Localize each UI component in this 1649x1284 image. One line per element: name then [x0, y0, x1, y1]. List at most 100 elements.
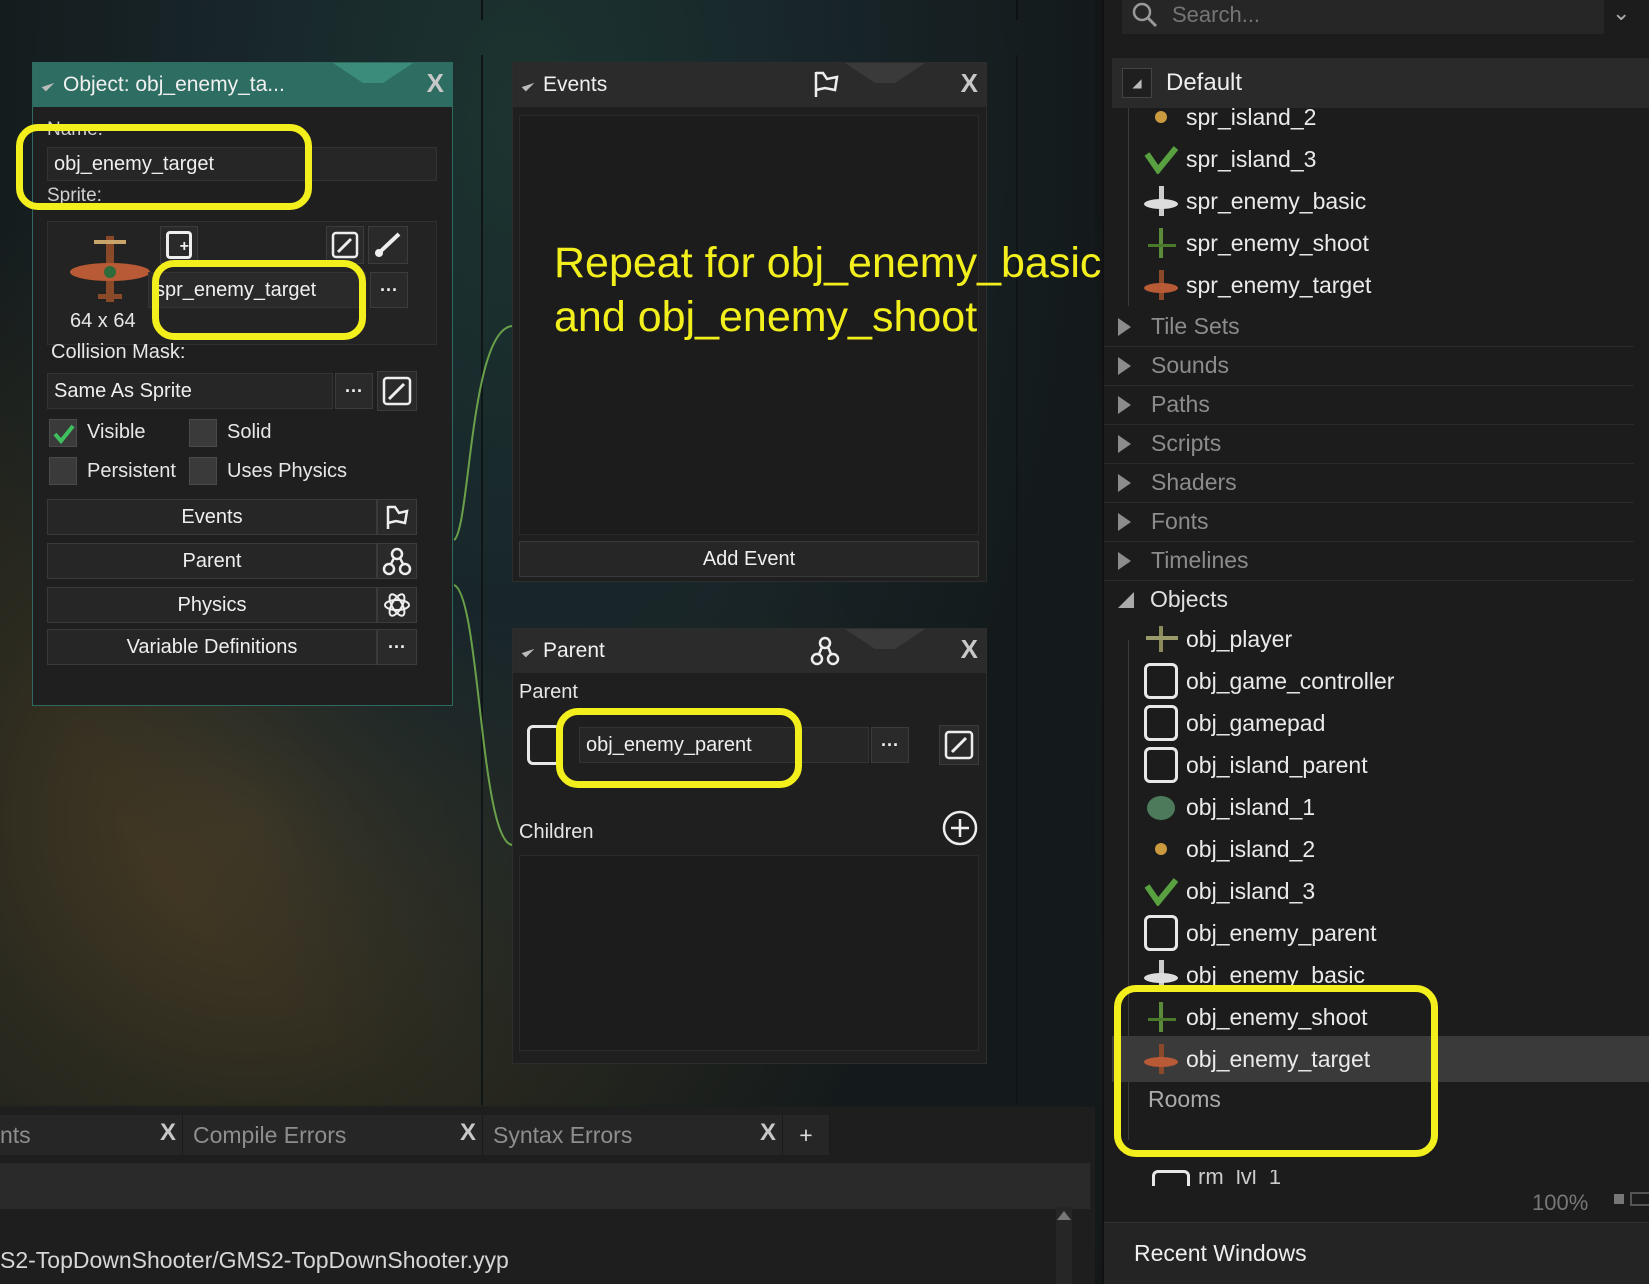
add-event-button[interactable]: Add Event [519, 541, 979, 577]
expand-arrow-icon [1118, 512, 1131, 531]
tab-syntax-errors[interactable]: Syntax Errors X [483, 1115, 783, 1155]
new-sprite-button[interactable]: + [160, 226, 198, 264]
object-editor-header[interactable]: Object: obj_enemy_ta... X [33, 63, 452, 107]
collapse-icon[interactable] [41, 78, 55, 92]
physics-button[interactable]: Physics [47, 587, 377, 623]
zoom-handle-icon[interactable] [1614, 1194, 1624, 1204]
collision-mask-select[interactable]: Same As Sprite [47, 373, 333, 409]
scroll-up-icon[interactable] [1057, 1211, 1071, 1220]
tree-item-label: obj_gamepad [1186, 709, 1326, 736]
tree-item-sprite[interactable]: spr_island_2 [1104, 96, 1316, 138]
tree-item-sprite[interactable]: spr_enemy_shoot [1104, 222, 1369, 264]
visible-checkbox[interactable] [49, 419, 77, 447]
tab-label: nts [0, 1121, 31, 1148]
tree-item-object[interactable]: obj_enemy_parent [1104, 912, 1377, 954]
hierarchy-icon [810, 636, 840, 666]
collision-mask-browse-button[interactable]: ··· [335, 373, 373, 409]
tab-label: Compile Errors [193, 1121, 347, 1148]
parent-header[interactable]: Parent X [513, 629, 986, 673]
sprite-preview-plane-icon[interactable] [68, 230, 152, 308]
object-thumb-icon [1144, 832, 1178, 866]
tab-compile-errors[interactable]: Compile Errors X [183, 1115, 483, 1155]
category-label: Paths [1151, 391, 1210, 417]
new-sprite-icon: + [166, 231, 192, 259]
panel-notch-icon [845, 629, 925, 649]
parent-title: Parent [543, 639, 605, 662]
tree-category[interactable]: Tile Sets [1104, 307, 1634, 347]
output-area: nts X Compile Errors X Syntax Errors X +… [0, 1107, 1095, 1284]
tree-item-object[interactable]: obj_player [1104, 618, 1292, 660]
tutorial-annotation: Repeat for obj_enemy_basic and obj_enemy… [554, 236, 1101, 344]
close-icon[interactable]: X [460, 1119, 476, 1147]
close-icon[interactable]: X [961, 68, 978, 99]
search-icon [1132, 2, 1158, 28]
expand-arrow-icon [1118, 356, 1131, 375]
solid-checkbox[interactable] [189, 419, 217, 447]
collapse-icon[interactable] [521, 78, 535, 92]
tree-item-room[interactable]: rm_lvl_1 [1198, 1170, 1281, 1186]
parent-panel: Parent X Parent obj_enemy_parent ··· Chi… [512, 628, 987, 1064]
parent-hierarchy-button[interactable] [377, 543, 417, 579]
panel-notch-icon [333, 63, 413, 83]
events-button[interactable]: Events [47, 499, 377, 535]
tree-item-label: obj_game_controller [1186, 667, 1395, 694]
output-scrollbar[interactable] [1056, 1207, 1072, 1284]
tab-label: Syntax Errors [493, 1121, 633, 1148]
resource-search[interactable] [1122, 0, 1604, 34]
tree-item-object[interactable]: obj_island_2 [1104, 828, 1315, 870]
tree-category[interactable]: Paths [1104, 385, 1634, 425]
open-sprite-editor-button[interactable] [368, 226, 408, 264]
events-header[interactable]: Events X [513, 63, 986, 107]
close-icon[interactable]: X [160, 1119, 176, 1147]
persistent-checkbox[interactable] [49, 457, 77, 485]
chevron-down-icon[interactable]: ⌄ [1612, 0, 1630, 26]
parent-edit-button[interactable] [939, 725, 979, 765]
tree-item-label: obj_island_2 [1186, 835, 1316, 862]
sprite-thumb-icon [1144, 268, 1178, 302]
close-icon[interactable]: X [760, 1119, 776, 1147]
tree-item-object[interactable]: obj_island_1 [1104, 786, 1315, 828]
workspace-divider [1016, 0, 1018, 20]
collapse-icon[interactable]: ◢ [1122, 68, 1152, 98]
recent-windows-bar[interactable]: Recent Windows [1104, 1222, 1649, 1284]
expand-arrow-icon [1118, 434, 1131, 453]
tree-item-sprite[interactable]: spr_island_3 [1104, 138, 1316, 180]
close-icon[interactable]: X [427, 68, 444, 99]
search-input[interactable] [1170, 1, 1574, 29]
tree-category[interactable]: Timelines [1104, 541, 1634, 581]
object-thumb-icon [1144, 747, 1178, 783]
close-icon[interactable]: X [961, 634, 978, 665]
collapse-icon[interactable] [521, 644, 535, 658]
tree-item-label: spr_island_2 [1186, 103, 1317, 130]
variable-definitions-button[interactable]: Variable Definitions [47, 629, 377, 665]
children-list[interactable] [519, 855, 979, 1051]
parent-button[interactable]: Parent [47, 543, 377, 579]
annotation-line-1: Repeat for obj_enemy_basic [554, 239, 1102, 287]
tree-category[interactable]: Shaders [1104, 463, 1634, 503]
tree-category-objects[interactable]: Objects [1104, 580, 1634, 619]
parent-browse-button[interactable]: ··· [871, 727, 909, 763]
tree-item-object[interactable]: obj_gamepad [1104, 702, 1325, 744]
tree-item-sprite[interactable]: spr_enemy_target [1104, 264, 1371, 306]
add-child-icon[interactable] [941, 809, 979, 847]
uses-physics-checkbox[interactable] [189, 457, 217, 485]
tree-item-sprite[interactable]: spr_enemy_basic [1104, 180, 1366, 222]
edit-sprite-button[interactable] [326, 226, 364, 264]
tree-category[interactable]: Scripts [1104, 424, 1634, 464]
tree-item-object[interactable]: obj_game_controller [1104, 660, 1394, 702]
physics-settings-button[interactable] [377, 587, 417, 623]
zoom-slider[interactable] [1630, 1192, 1649, 1206]
tree-category[interactable]: Fonts [1104, 502, 1634, 542]
collision-mask-edit-button[interactable] [377, 371, 417, 411]
sprite-browse-button[interactable]: ··· [370, 272, 408, 308]
add-tab-button[interactable]: + [783, 1115, 830, 1155]
project-path: S2-TopDownShooter/GMS2-TopDownShooter.yy… [0, 1247, 509, 1273]
variable-definitions-more-button[interactable]: ··· [377, 629, 417, 665]
tree-category[interactable]: Sounds [1104, 346, 1634, 386]
tab-output[interactable]: nts X [0, 1115, 183, 1155]
events-flag-button[interactable] [377, 499, 417, 535]
tree-item-object[interactable]: obj_island_parent [1104, 744, 1368, 786]
object-thumb-icon [1144, 622, 1178, 656]
tree-item-object[interactable]: obj_island_3 [1104, 870, 1315, 912]
tree-item-label: spr_enemy_basic [1186, 187, 1367, 214]
